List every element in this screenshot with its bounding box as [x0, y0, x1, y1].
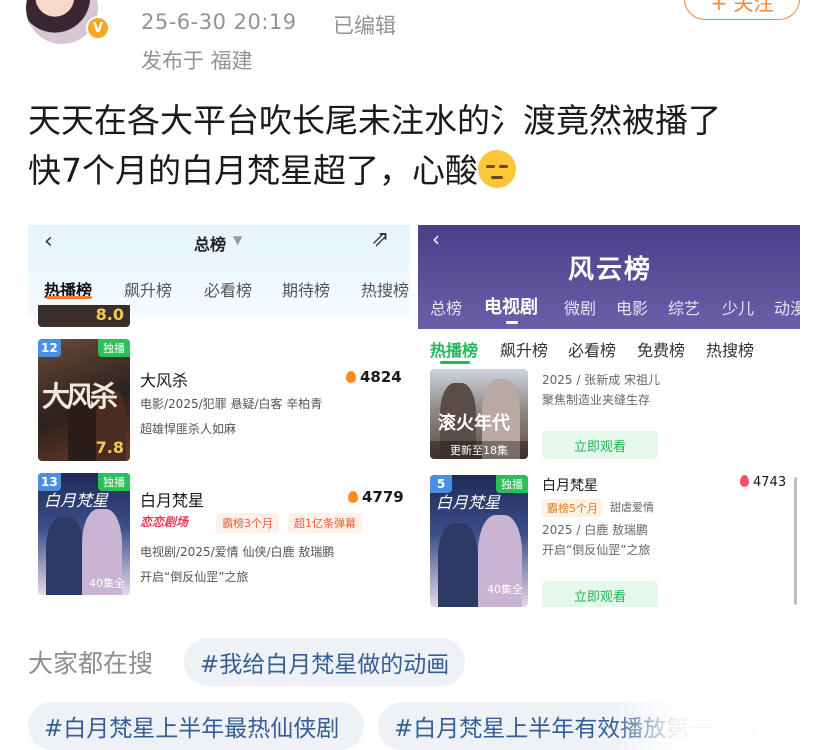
- category-kids[interactable]: 少儿: [722, 295, 754, 319]
- theater-logo: 恋恋剧场: [140, 515, 189, 529]
- episode-count: 40集全: [487, 583, 523, 596]
- author-avatar-group[interactable]: V: [26, 0, 114, 44]
- danmaku-tag: 超1亿条弹幕: [288, 513, 362, 533]
- category-anime[interactable]: 动漫: [774, 295, 800, 319]
- flame-icon: [346, 371, 356, 383]
- fade-overlay: [612, 700, 828, 750]
- ranking-tag: 霸榜5个月: [542, 499, 603, 517]
- category-movie[interactable]: 电影: [616, 295, 648, 319]
- poster-score: 8.0: [95, 305, 124, 324]
- ranking-title[interactable]: 总榜: [194, 231, 226, 255]
- hashtag-chip[interactable]: #白月梵星上半年最热仙侠剧: [28, 702, 364, 750]
- episode-count: 40集全: [89, 577, 125, 590]
- screenshot-left[interactable]: ‹ 总榜 ▼ ⇗ 热播榜 飙升榜 必看榜 期待榜 热搜榜 8.0 大风杀 12 …: [28, 225, 410, 607]
- rank-badge: 13: [38, 473, 61, 491]
- heat-score: 4824: [346, 368, 402, 386]
- post-text-line-2: 快7个月的白月梵星超了，心酸: [28, 146, 808, 196]
- item-meta: 2025 / 张新成 宋祖儿: [542, 373, 661, 387]
- exclusive-badge: 独播: [98, 339, 130, 357]
- edited-label[interactable]: 已编辑: [333, 10, 396, 40]
- chevron-down-icon[interactable]: ▼: [233, 233, 242, 247]
- rank-badge: 5: [430, 475, 452, 493]
- tab-hot-play[interactable]: 热播榜: [430, 337, 478, 361]
- back-arrow-icon[interactable]: ‹: [44, 229, 53, 254]
- poster-dafengsha[interactable]: 大风杀 12 独播 7.8: [38, 339, 130, 461]
- category-all[interactable]: 总榜: [430, 295, 462, 319]
- ranking-tabs: 热播榜 飙升榜 必看榜 期待榜 热搜榜: [28, 277, 410, 303]
- tab-hot-search[interactable]: 热搜榜: [361, 277, 409, 301]
- poster-zhuohuoniandai[interactable]: 滚火年代 更新至18集: [430, 369, 528, 459]
- heat-score: 4779: [348, 488, 404, 506]
- trending-search-label: 大家都在搜: [28, 649, 154, 678]
- tab-free[interactable]: 免费榜: [637, 337, 685, 361]
- item-title[interactable]: 白月梵星: [140, 487, 204, 511]
- item-title[interactable]: 大风杀: [140, 367, 188, 391]
- post-text-line: 快7个月的白月梵星超了，心酸: [28, 151, 478, 190]
- exclusive-badge: 独播: [98, 473, 130, 491]
- screenshot-right[interactable]: ‹ 风云榜 总榜 电视剧 微剧 电影 综艺 少儿 动漫 热播榜 飙升榜 必看榜 …: [418, 225, 800, 607]
- sad-face-emoji-icon: [478, 150, 516, 188]
- item-meta: 2025 / 白鹿 敖瑞鹏: [542, 523, 649, 537]
- poster-baiyuefanxing[interactable]: 白月梵星 13 独播 40集全: [38, 473, 130, 595]
- flame-icon: [740, 475, 749, 487]
- heat-value: 4743: [753, 475, 787, 490]
- post-time: 25-6-30 20:19: [141, 10, 297, 34]
- follow-button[interactable]: + 关注: [684, 0, 800, 20]
- poster-title: 大风杀: [42, 380, 118, 413]
- item-meta: 电视剧/2025/爱情 仙侠/白鹿 敖瑞鹏: [140, 545, 335, 559]
- tab-must-watch[interactable]: 必看榜: [204, 277, 252, 301]
- item-desc: 超雄悍匪杀人如麻: [140, 422, 237, 436]
- update-status: 更新至18集: [430, 441, 528, 459]
- item-desc: 聚焦制造业夹缝生存: [542, 393, 651, 407]
- tab-hot-search[interactable]: 热搜榜: [706, 337, 754, 361]
- poster-score: 7.8: [95, 438, 124, 457]
- exclusive-badge: 独播: [496, 475, 528, 493]
- rank-badge: 12: [38, 339, 61, 357]
- watch-now-button[interactable]: 立即观看: [542, 581, 658, 607]
- ranking-tag: 霸榜3个月: [216, 513, 279, 533]
- post-text-line: 天天在各大平台吹长尾未注水的氵渡竟然被播了: [28, 101, 721, 140]
- tab-rising[interactable]: 飙升榜: [500, 337, 548, 361]
- hashtag-chip[interactable]: #我给白月梵星做的动画: [184, 638, 466, 686]
- category-tv[interactable]: 电视剧: [484, 293, 538, 319]
- item-desc: 开启“倒反仙罡”之旅: [140, 570, 249, 584]
- active-category-indicator: [506, 321, 518, 324]
- item-title[interactable]: 白月梵星: [542, 475, 598, 495]
- category-variety[interactable]: 综艺: [668, 295, 700, 319]
- ranking-title: 风云榜: [568, 255, 653, 285]
- heat-value: 4824: [360, 368, 402, 386]
- poster-title: 滚火年代: [438, 413, 510, 434]
- poster-baiyuefanxing[interactable]: 白月梵星 5 独播 40集全: [430, 475, 528, 607]
- tab-rising[interactable]: 飙升榜: [124, 277, 172, 301]
- heat-score: 4743: [740, 475, 786, 490]
- heat-value: 4779: [362, 488, 404, 506]
- active-tab-indicator: [46, 296, 92, 299]
- post-location: 发布于 福建: [141, 49, 253, 73]
- genre-tag: 甜虐爱情: [610, 501, 654, 514]
- flame-icon: [348, 491, 358, 503]
- category-microdrama[interactable]: 微剧: [564, 295, 596, 319]
- watch-now-button[interactable]: 立即观看: [542, 431, 658, 459]
- share-icon[interactable]: ⇗: [371, 227, 389, 252]
- item-desc: 开启“倒反仙罡”之旅: [542, 543, 651, 557]
- tab-must-watch[interactable]: 必看榜: [568, 337, 616, 361]
- post-body: 天天在各大平台吹长尾未注水的氵渡竟然被播了 快7个月的白月梵星超了，心酸: [28, 96, 808, 196]
- back-arrow-icon[interactable]: ‹: [432, 227, 440, 251]
- verified-badge-icon: V: [86, 16, 110, 40]
- tab-anticipated[interactable]: 期待榜: [282, 277, 330, 301]
- item-meta: 电影/2025/犯罪 悬疑/白客 辛柏青: [140, 397, 323, 411]
- scrollbar[interactable]: [794, 477, 797, 605]
- active-tab-indicator: [440, 361, 470, 364]
- previous-item-poster[interactable]: 8.0: [38, 305, 130, 327]
